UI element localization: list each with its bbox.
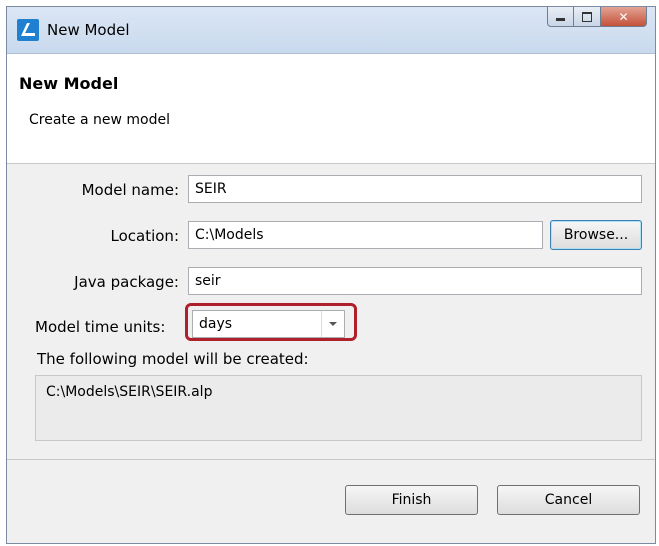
maximize-icon — [582, 11, 592, 22]
time-units-label: Model time units: — [35, 318, 166, 336]
browse-button[interactable]: Browse... — [550, 220, 642, 250]
dropdown-arrow[interactable] — [321, 311, 344, 337]
new-model-dialog: New Model ✕ New Model Create a new model… — [6, 6, 656, 544]
time-units-select[interactable]: days — [192, 310, 345, 338]
chevron-down-icon — [329, 322, 337, 326]
title-bar: New Model ✕ — [7, 7, 655, 54]
time-units-value: days — [199, 316, 233, 332]
page-title: New Model — [19, 74, 119, 93]
minimize-button[interactable] — [547, 7, 574, 27]
java-package-input[interactable] — [188, 267, 642, 295]
java-package-label: Java package: — [74, 273, 179, 291]
result-label: The following model will be created: — [37, 350, 309, 368]
result-path: C:\Models\SEIR\SEIR.alp — [46, 384, 213, 400]
maximize-button[interactable] — [574, 7, 601, 27]
close-button[interactable]: ✕ — [601, 7, 647, 27]
page-description: Create a new model — [29, 112, 170, 128]
window-controls: ✕ — [547, 7, 647, 29]
wizard-header: New Model Create a new model — [7, 54, 655, 164]
cancel-button[interactable]: Cancel — [497, 485, 640, 515]
footer-separator — [7, 459, 655, 460]
model-name-input[interactable] — [188, 175, 642, 203]
location-label: Location: — [110, 227, 180, 245]
finish-button[interactable]: Finish — [345, 485, 478, 515]
minimize-icon — [556, 18, 565, 21]
window-title: New Model — [47, 21, 130, 39]
close-icon: ✕ — [618, 9, 629, 24]
result-path-box: C:\Models\SEIR\SEIR.alp — [35, 375, 642, 441]
location-input[interactable] — [188, 221, 543, 249]
model-name-label: Model name: — [81, 181, 179, 199]
anylogic-app-icon — [17, 19, 39, 41]
